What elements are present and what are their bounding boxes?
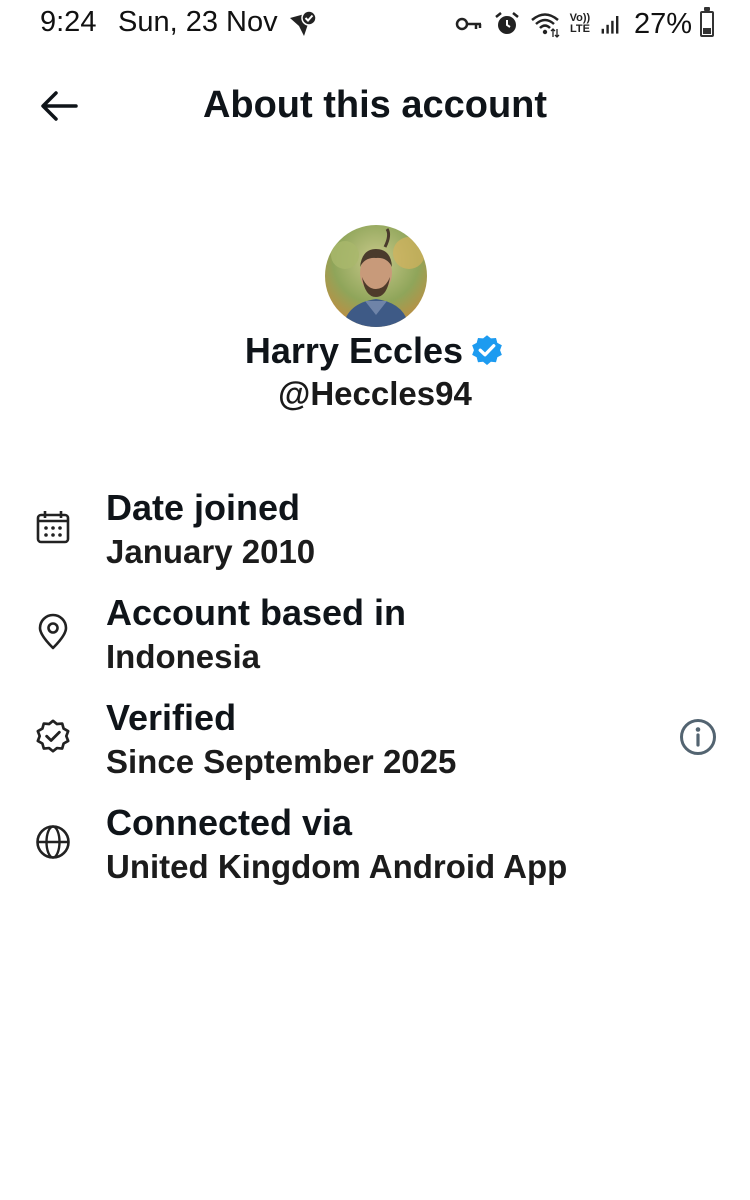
- network-lte-label: LTE: [569, 23, 590, 35]
- info-item-account-based-in: Account based in Indonesia: [0, 591, 750, 683]
- alarm-icon: [495, 12, 519, 34]
- info-item-date-joined: Date joined January 2010: [0, 486, 750, 578]
- verified-badge-icon: [472, 335, 502, 365]
- page-title: About this account: [202, 84, 548, 126]
- wifi-icon: [531, 13, 560, 38]
- info-button[interactable]: [678, 717, 718, 757]
- globe-icon: [36, 825, 70, 859]
- status-icons: Vo)) LTE 27%: [454, 6, 714, 42]
- info-text: Verified Since September 2025: [106, 696, 456, 784]
- profile-name-row: Harry Eccles: [0, 330, 750, 372]
- avatar: [325, 225, 427, 327]
- display-name: Harry Eccles: [244, 330, 464, 371]
- info-text: Date joined January 2010: [106, 486, 315, 574]
- messenger-icon: [290, 10, 317, 36]
- info-value: United Kingdom Android App: [106, 848, 568, 885]
- header: About this account: [0, 60, 750, 150]
- battery-icon: [700, 7, 714, 37]
- info-value: Indonesia: [106, 638, 261, 675]
- calendar-icon: [36, 511, 70, 544]
- network-type: Vo)) LTE: [568, 13, 592, 35]
- status-bar: 9:24 Sun, 23 Nov Vo)) LTE 27%: [0, 0, 750, 48]
- info-text: Account based in Indonesia: [106, 591, 406, 679]
- status-date: Sun, 23 Nov: [118, 6, 278, 38]
- battery-percent: 27%: [633, 7, 692, 40]
- signal-icon: [601, 16, 619, 34]
- info-value: Since September 2025: [106, 743, 457, 780]
- info-circle-icon: [680, 719, 716, 755]
- user-handle: @Heccles94: [278, 375, 472, 412]
- verified-badge-icon: [36, 719, 70, 753]
- vpn-key-icon: [455, 17, 482, 31]
- info-label: Date joined: [106, 487, 301, 528]
- info-label: Account based in: [106, 592, 407, 633]
- info-label: Connected via: [106, 802, 353, 843]
- info-item-connected-via: Connected via United Kingdom Android App: [0, 801, 750, 893]
- info-text: Connected via United Kingdom Android App: [106, 801, 567, 889]
- info-value: January 2010: [106, 533, 316, 570]
- info-item-verified: Verified Since September 2025: [0, 696, 750, 788]
- location-pin-icon: [38, 613, 68, 650]
- info-label: Verified: [106, 697, 237, 738]
- avatar-image: [325, 225, 427, 327]
- status-time: 9:24: [40, 6, 97, 38]
